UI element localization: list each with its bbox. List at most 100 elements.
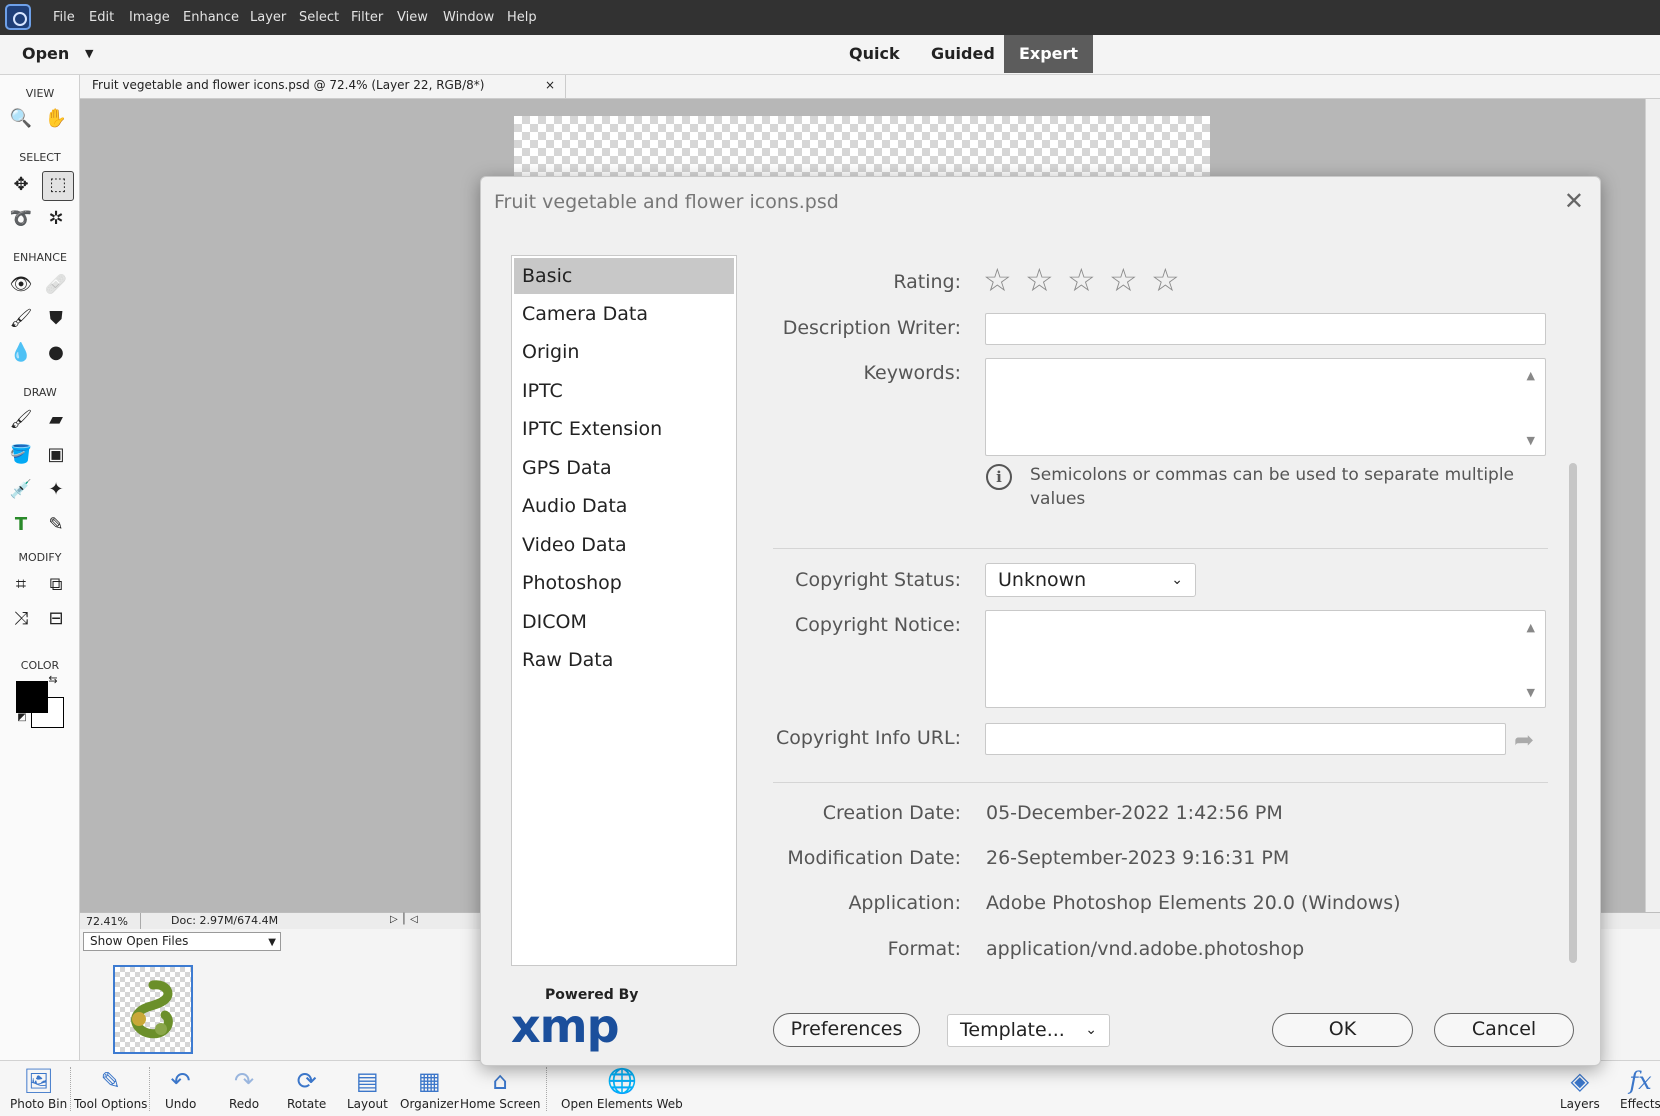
keywords-textarea[interactable]: ▲ ▼	[985, 358, 1546, 456]
menu-window[interactable]: Window	[443, 10, 494, 25]
red-eye-tool-icon[interactable]: 👁	[8, 272, 34, 298]
section-divider	[773, 548, 1548, 549]
menu-image[interactable]: Image	[129, 10, 170, 25]
eyedropper-tool-icon[interactable]: 💉	[8, 477, 34, 503]
recompose-tool-icon[interactable]: ⧉	[43, 572, 69, 598]
hand-tool-icon[interactable]: ✋	[43, 106, 69, 132]
open-button[interactable]: Open	[22, 44, 69, 63]
paint-bucket-tool-icon[interactable]: 🪣	[8, 442, 34, 468]
open-url-arrow-icon[interactable]: ➦	[1514, 726, 1534, 754]
tab-guided[interactable]: Guided	[931, 44, 995, 63]
canvas-vertical-scrollbar[interactable]	[1645, 99, 1660, 912]
tool-options-icon: ✎	[100, 1067, 121, 1095]
photo-bin-thumbnail[interactable]	[113, 965, 193, 1054]
document-tab-close-icon[interactable]: ×	[545, 78, 555, 92]
menu-help[interactable]: Help	[507, 10, 537, 25]
menu-filter[interactable]: Filter	[351, 10, 383, 25]
layers-icon: ◈	[1570, 1067, 1590, 1095]
type-tool-icon[interactable]: T	[8, 512, 34, 538]
swap-colors-icon[interactable]: ⇆	[46, 673, 60, 687]
app-logo-icon[interactable]	[5, 4, 31, 30]
undo-button[interactable]: ↶ Undo	[165, 1065, 196, 1111]
rating-star-2-icon[interactable]: ☆	[1025, 264, 1054, 296]
layout-button[interactable]: ▤ Layout	[347, 1065, 388, 1111]
open-dropdown-caret-icon[interactable]: ▼	[85, 47, 93, 60]
tab-expert[interactable]: Expert	[1004, 35, 1093, 73]
gradient-tool-icon[interactable]: ▣	[43, 442, 69, 468]
chevron-down-icon: ⌄	[1085, 1022, 1097, 1038]
eraser-tool-icon[interactable]: ▰	[43, 407, 69, 433]
smart-brush-tool-icon[interactable]: 🖌	[8, 306, 34, 332]
ok-button[interactable]: OK	[1272, 1013, 1413, 1047]
document-tab-title[interactable]: Fruit vegetable and flower icons.psd @ 7…	[92, 78, 484, 92]
scroll-up-icon[interactable]: ▲	[1527, 369, 1535, 382]
default-colors-icon[interactable]: ◩	[16, 712, 28, 724]
document-canvas[interactable]	[514, 116, 1210, 176]
lasso-tool-icon[interactable]: ➰	[8, 206, 34, 232]
nav-item-raw-data[interactable]: Raw Data	[514, 642, 734, 678]
menu-layer[interactable]: Layer	[250, 10, 286, 25]
nav-item-audio-data[interactable]: Audio Data	[514, 488, 734, 524]
content-aware-move-tool-icon[interactable]: ⤨	[8, 606, 34, 632]
description-writer-input[interactable]	[985, 313, 1546, 345]
straighten-tool-icon[interactable]: ⊟	[43, 606, 69, 632]
rating-star-5-icon[interactable]: ☆	[1151, 264, 1180, 296]
home-screen-button[interactable]: ⌂ Home Screen	[460, 1065, 541, 1111]
zoom-tool-icon[interactable]: 🔍	[8, 106, 34, 132]
cancel-button[interactable]: Cancel	[1434, 1013, 1574, 1047]
copyright-notice-textarea[interactable]: ▲ ▼	[985, 610, 1546, 708]
foreground-color-swatch[interactable]	[16, 681, 48, 713]
status-arrow-icon[interactable]: ▷ │ ◁	[390, 914, 418, 925]
rating-star-3-icon[interactable]: ☆	[1067, 264, 1096, 296]
menu-select[interactable]: Select	[299, 10, 339, 25]
menu-file[interactable]: File	[53, 10, 75, 25]
photo-bin-select[interactable]: Show Open Files ▼	[83, 932, 281, 951]
effects-button[interactable]: fx Effects	[1620, 1065, 1660, 1111]
brush-tool-icon[interactable]: 🖌	[8, 407, 34, 433]
preferences-button[interactable]: Preferences	[773, 1013, 920, 1047]
rotate-button[interactable]: ⟳ Rotate	[287, 1065, 326, 1111]
tool-options-button[interactable]: ✎ Tool Options	[74, 1065, 147, 1111]
template-dropdown[interactable]: Template... ⌄	[947, 1014, 1110, 1047]
menu-edit[interactable]: Edit	[89, 10, 114, 25]
tab-quick[interactable]: Quick	[849, 44, 900, 63]
pencil-tool-icon[interactable]: ✎	[43, 512, 69, 538]
redo-button[interactable]: ↷ Redo	[229, 1065, 259, 1111]
photo-bin-button[interactable]: 🖼 Photo Bin	[10, 1065, 67, 1111]
nav-item-iptc-extension[interactable]: IPTC Extension	[514, 411, 734, 447]
taskbar-divider	[149, 1067, 150, 1111]
move-tool-icon[interactable]: ✥	[8, 172, 34, 198]
rating-star-1-icon[interactable]: ☆	[983, 264, 1012, 296]
crop-tool-icon[interactable]: ⌗	[8, 572, 34, 598]
nav-item-gps-data[interactable]: GPS Data	[514, 450, 734, 486]
marquee-tool-icon[interactable]: ⬚	[42, 171, 74, 201]
copyright-url-input[interactable]	[985, 723, 1506, 755]
organizer-button[interactable]: ▦ Organizer	[400, 1065, 459, 1111]
rating-star-4-icon[interactable]: ☆	[1109, 264, 1138, 296]
dialog-close-icon[interactable]: ✕	[1564, 187, 1584, 215]
menu-view[interactable]: View	[397, 10, 428, 25]
nav-item-video-data[interactable]: Video Data	[514, 527, 734, 563]
scroll-up-icon[interactable]: ▲	[1527, 621, 1535, 634]
scrollbar-thumb[interactable]	[1569, 463, 1577, 963]
sponge-tool-icon[interactable]: ●	[43, 340, 69, 366]
zoom-level[interactable]: 72.41%	[86, 915, 128, 928]
document-size: Doc: 2.97M/674.4M	[140, 913, 278, 929]
magic-wand-tool-icon[interactable]: ✲	[43, 206, 69, 232]
dialog-title: Fruit vegetable and flower icons.psd	[494, 191, 839, 213]
menu-enhance[interactable]: Enhance	[183, 10, 239, 25]
custom-shape-tool-icon[interactable]: ✦	[43, 477, 69, 503]
blur-tool-icon[interactable]: 💧	[8, 340, 34, 366]
layers-button[interactable]: ◈ Layers	[1560, 1065, 1600, 1111]
modification-date-label: Modification Date:	[787, 847, 961, 869]
clone-stamp-tool-icon[interactable]: ⛊	[43, 306, 69, 332]
photo-bin-select-value: Show Open Files	[90, 934, 189, 948]
healing-brush-tool-icon[interactable]: 🩹	[43, 272, 69, 298]
scroll-down-icon[interactable]: ▼	[1527, 434, 1535, 447]
copyright-status-label: Copyright Status:	[795, 569, 961, 591]
scroll-down-icon[interactable]: ▼	[1527, 686, 1535, 699]
dialog-vertical-scrollbar[interactable]	[1566, 255, 1580, 966]
open-elements-web-button[interactable]: 🌐 Open Elements Web	[561, 1065, 683, 1111]
keywords-label: Keywords:	[863, 362, 961, 384]
copyright-status-select[interactable]: Unknown ⌄	[985, 563, 1196, 597]
